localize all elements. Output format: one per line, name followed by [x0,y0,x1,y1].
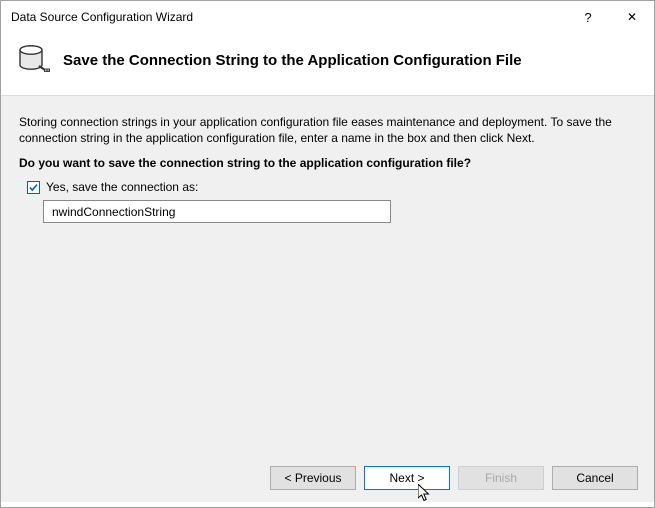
page-title: Save the Connection String to the Applic… [63,52,522,69]
previous-button[interactable]: < Previous [270,466,356,490]
save-checkbox-label: Yes, save the connection as: [46,180,198,194]
database-icon [17,43,51,77]
titlebar: Data Source Configuration Wizard ? ✕ [1,1,654,33]
close-button[interactable]: ✕ [610,2,654,32]
window-title: Data Source Configuration Wizard [11,10,566,24]
connection-name-input[interactable] [43,200,391,223]
save-checkbox[interactable] [27,181,40,194]
description-text: Storing connection strings in your appli… [19,114,636,146]
close-icon: ✕ [627,10,637,24]
wizard-footer: < Previous Next > Finish Cancel [1,454,654,502]
cancel-button[interactable]: Cancel [552,466,638,490]
help-icon: ? [584,10,591,25]
question-text: Do you want to save the connection strin… [19,156,636,170]
wizard-content: Storing connection strings in your appli… [1,96,654,454]
help-button[interactable]: ? [566,2,610,32]
save-checkbox-row: Yes, save the connection as: [27,180,636,194]
next-button[interactable]: Next > [364,466,450,490]
checkmark-icon [28,182,39,193]
wizard-header: Save the Connection String to the Applic… [1,33,654,96]
finish-button: Finish [458,466,544,490]
